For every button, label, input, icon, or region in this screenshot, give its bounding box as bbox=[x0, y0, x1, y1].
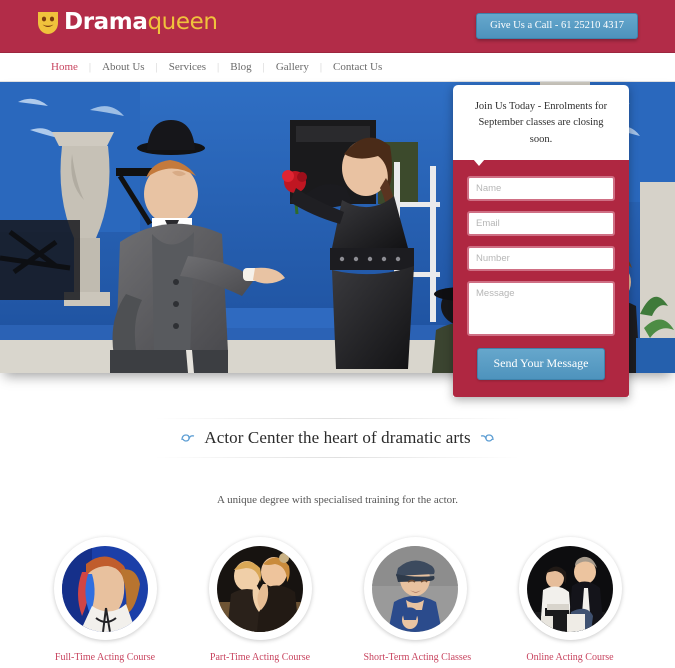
email-input[interactable] bbox=[467, 210, 615, 236]
nav-item-home[interactable]: Home bbox=[40, 61, 89, 73]
course-label[interactable]: Part-Time Acting Course bbox=[209, 652, 312, 663]
panel-notch bbox=[473, 158, 485, 166]
send-message-button[interactable]: Send Your Message bbox=[477, 347, 605, 380]
call-us-button[interactable]: Give Us a Call - 61 25210 4317 bbox=[476, 13, 638, 39]
site-logo[interactable]: Dramaqueen bbox=[37, 10, 218, 34]
man-in-flat-cap-image bbox=[372, 545, 458, 632]
course-thumbnail-part-time[interactable] bbox=[208, 537, 312, 640]
nav-item-blog[interactable]: Blog bbox=[219, 61, 262, 73]
two-actors-rehearsing-image bbox=[217, 545, 303, 632]
course-item: Short-Term Acting Classes bbox=[363, 537, 472, 663]
main-navigation: Home | About Us | Services | Blog | Gall… bbox=[0, 53, 675, 82]
course-label[interactable]: Online Acting Course bbox=[519, 652, 622, 663]
swirl-flourish-icon-right bbox=[480, 434, 494, 442]
course-label[interactable]: Full-Time Acting Course bbox=[54, 652, 157, 663]
logo-text-secondary: queen bbox=[147, 8, 218, 35]
hero-section: Join Us Today - Enrolments for September… bbox=[0, 82, 675, 397]
swirl-flourish-icon-left bbox=[181, 434, 195, 442]
logo-text-primary: Drama bbox=[64, 8, 148, 35]
message-textarea[interactable] bbox=[467, 280, 615, 336]
seated-performers-on-stage-image bbox=[527, 545, 613, 632]
section-heading-row: Actor Center the heart of dramatic arts bbox=[0, 418, 675, 458]
course-item: Full-Time Acting Course bbox=[53, 537, 157, 663]
course-thumbnail-full-time[interactable] bbox=[53, 537, 157, 640]
name-input[interactable] bbox=[467, 175, 615, 201]
form-body: Send Your Message bbox=[453, 158, 629, 397]
number-input[interactable] bbox=[467, 245, 615, 271]
theater-mask-icon bbox=[38, 12, 58, 34]
course-item: Part-Time Acting Course bbox=[208, 537, 312, 663]
courses-list: Full-Time Acting Course Part-Time Acting… bbox=[0, 537, 675, 663]
form-heading: Join Us Today - Enrolments for September… bbox=[453, 85, 629, 160]
enrolment-form-panel: Join Us Today - Enrolments for September… bbox=[453, 85, 629, 397]
course-label[interactable]: Short-Term Acting Classes bbox=[364, 652, 472, 663]
nav-item-services[interactable]: Services bbox=[158, 61, 217, 73]
nav-item-contact-us[interactable]: Contact Us bbox=[322, 61, 393, 73]
course-item: Online Acting Course bbox=[518, 537, 622, 663]
main-content: Actor Center the heart of dramatic arts … bbox=[0, 382, 675, 663]
course-thumbnail-short-term[interactable] bbox=[363, 537, 467, 640]
nav-item-about-us[interactable]: About Us bbox=[91, 61, 155, 73]
course-thumbnail-online[interactable] bbox=[518, 537, 622, 640]
actress-with-face-paint-image bbox=[62, 545, 148, 632]
section-title: Actor Center the heart of dramatic arts bbox=[204, 428, 471, 447]
section-subtitle: A unique degree with specialised trainin… bbox=[216, 494, 458, 506]
nav-item-gallery[interactable]: Gallery bbox=[265, 61, 320, 73]
site-header: Dramaqueen Give Us a Call - 61 25210 431… bbox=[0, 0, 675, 53]
